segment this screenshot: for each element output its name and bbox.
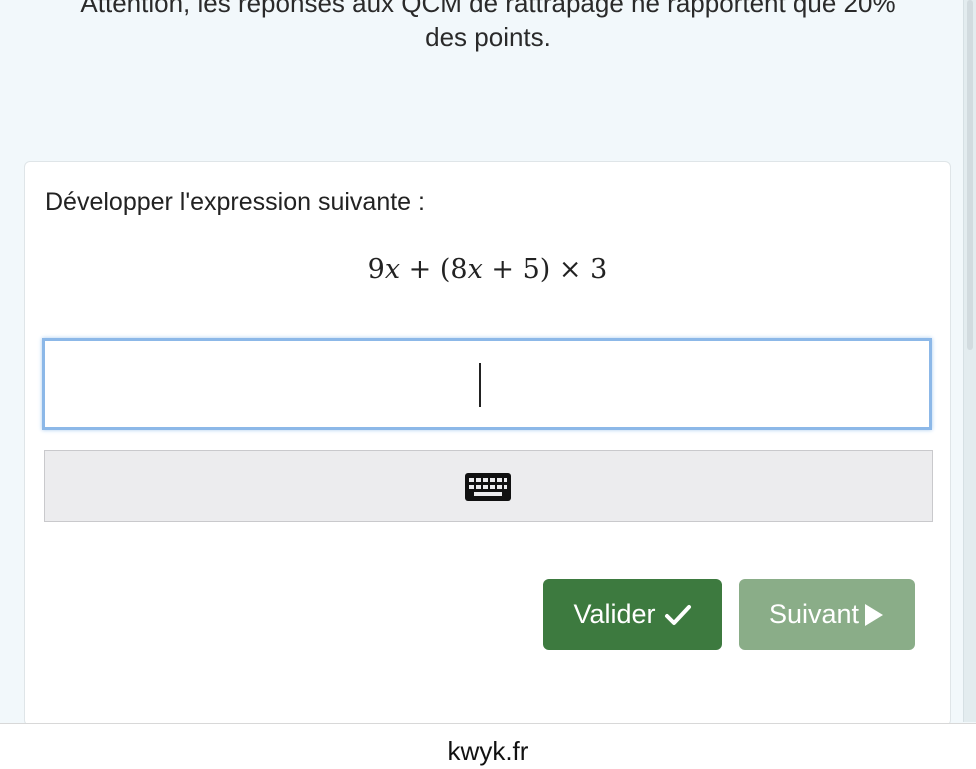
validate-label: Valider [573, 599, 656, 629]
notice-line-1: Attention, les réponses aux QCM de rattr… [80, 0, 896, 18]
math-var-2: x [467, 254, 483, 285]
exercise-prompt: Développer l'expression suivante : [45, 188, 425, 216]
scrollbar-thumb[interactable] [967, 0, 973, 350]
site-url[interactable]: kwyk.fr [0, 736, 976, 767]
math-op-2: + 5) × 3 [482, 254, 608, 285]
math-coef-2: 8 [450, 254, 468, 285]
next-label: Suivant [768, 599, 860, 629]
check-icon [664, 603, 692, 627]
scrollbar[interactable] [963, 0, 976, 722]
answer-input[interactable] [42, 338, 932, 430]
keyboard-icon [465, 473, 511, 501]
text-caret [479, 363, 481, 407]
validate-button[interactable]: Valider [543, 579, 722, 650]
notice-line-2: des points. [425, 22, 551, 52]
play-triangle-icon [863, 602, 885, 628]
notice-text: Attention, les réponses aux QCM de rattr… [0, 0, 976, 54]
math-coef-1: 9 [367, 254, 385, 285]
next-button[interactable]: Suivant [739, 579, 915, 650]
exercise-card: Développer l'expression suivante : 9x + … [24, 161, 951, 726]
browser-footer: kwyk.fr [0, 723, 976, 769]
math-var-1: x [384, 254, 401, 285]
math-op-1: + ( [400, 254, 451, 285]
virtual-keyboard-toggle[interactable] [44, 450, 933, 522]
math-expression: 9x + (8x + 5) × 3 [25, 254, 950, 285]
